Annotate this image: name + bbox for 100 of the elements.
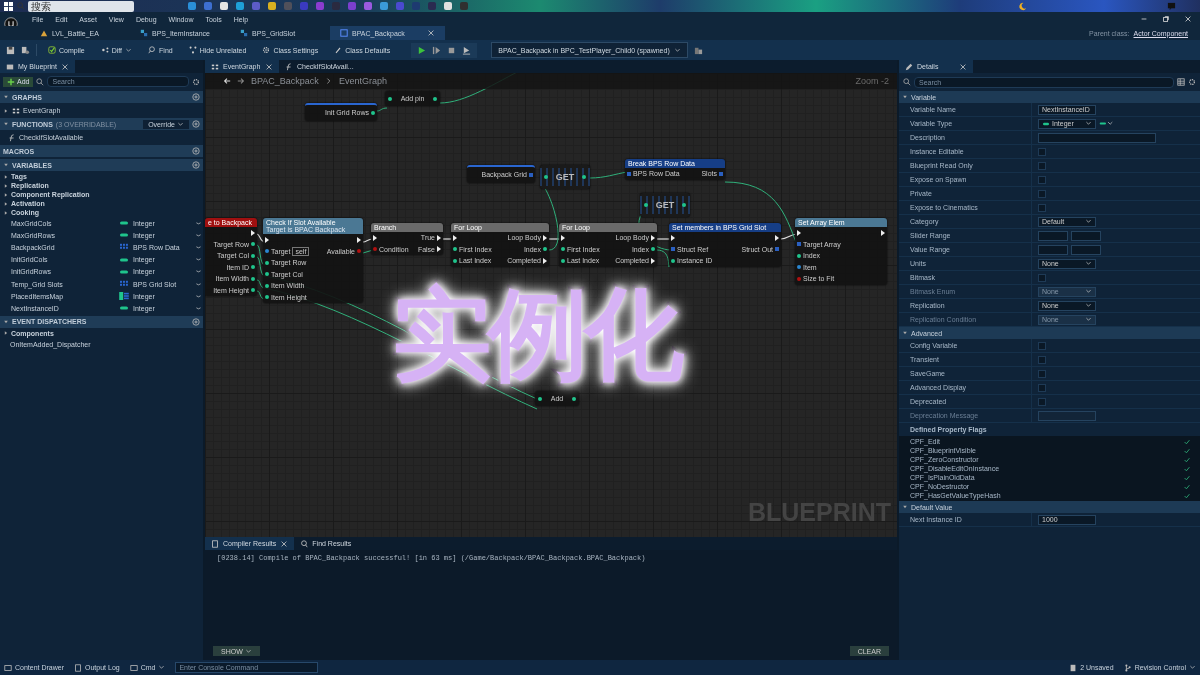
minimize-icon[interactable] [1140,15,1148,23]
data-pin[interactable] [797,265,801,270]
eject-icon[interactable] [462,45,472,55]
exec-pin[interactable] [651,257,655,264]
text-field[interactable] [1038,410,1096,421]
table-icon[interactable] [1177,78,1185,86]
data-pin[interactable] [582,175,586,179]
add-icon[interactable] [192,93,200,101]
stop-icon[interactable] [447,45,457,55]
data-pin[interactable] [543,247,547,252]
data-pin[interactable] [682,203,686,207]
data-pin[interactable] [251,265,255,270]
browse-icon[interactable] [693,45,703,55]
exec-pin[interactable] [437,234,441,241]
close-icon[interactable] [60,62,69,71]
search-field[interactable]: 搜索 [28,0,134,12]
caret-icon [1085,218,1092,225]
step-icon[interactable] [432,45,442,55]
data-pin[interactable] [251,276,255,281]
data-pin[interactable] [433,96,437,101]
back-icon[interactable] [223,77,231,85]
save-icon[interactable] [6,45,15,55]
graph-canvas[interactable] [205,73,897,537]
data-pin[interactable] [561,258,565,263]
close-icon[interactable] [427,29,435,37]
exec-pin[interactable] [775,234,779,241]
exec-pin[interactable] [543,234,547,241]
exec-pin[interactable] [357,236,361,243]
exec-pin[interactable] [561,234,565,241]
restore-icon[interactable] [1162,15,1170,23]
data-pin[interactable] [265,272,269,277]
data-pin[interactable] [453,247,457,252]
exec-pin[interactable] [373,234,377,241]
data-pin[interactable] [251,288,255,293]
checkbox[interactable] [1038,369,1046,378]
windows-icon[interactable] [4,1,13,11]
checkbox[interactable] [1038,355,1046,364]
add-icon[interactable] [192,147,200,155]
data-pin[interactable] [251,253,255,258]
close-icon[interactable] [1184,15,1192,23]
exec-pin[interactable] [453,234,457,241]
exec-pin[interactable] [543,257,547,264]
max-field[interactable] [1071,230,1101,241]
min-field[interactable] [1038,230,1068,241]
exec-wire [442,238,454,240]
expand-arrow-icon [902,504,908,510]
book-icon [6,62,14,71]
checkbox[interactable] [1038,203,1046,212]
data-pin[interactable] [265,249,269,254]
breadcrumb-item[interactable]: BPAC_Backpack [251,76,319,86]
close-icon[interactable] [280,539,289,548]
data-pin[interactable] [453,258,457,263]
breadcrumb-item[interactable]: EventGraph [338,76,387,86]
close-icon[interactable] [959,62,967,71]
play-icon[interactable] [417,45,427,55]
exec-pin[interactable] [797,229,801,236]
min-field[interactable] [1038,244,1068,255]
forward-icon[interactable] [237,77,245,85]
exec-pin[interactable] [651,234,655,241]
settings-icon[interactable] [192,77,200,86]
search-icon [148,46,157,54]
checkbox[interactable] [1038,161,1046,170]
checkbox[interactable] [1038,147,1046,156]
data-pin[interactable] [538,396,542,401]
browse-icon[interactable] [21,45,30,55]
checkbox[interactable] [1038,175,1046,184]
moon-icon [1018,1,1027,11]
data-pin[interactable] [544,175,548,179]
settings-icon[interactable] [1188,78,1196,86]
exec-pin[interactable] [671,234,675,241]
graph-node[interactable]: GET [640,193,690,217]
container-type-icon[interactable] [1099,120,1113,127]
data-pin[interactable] [251,242,255,247]
exec-pin[interactable] [251,229,255,236]
data-pin[interactable] [265,283,269,288]
data-pin[interactable] [388,96,392,101]
data-pin[interactable] [671,258,675,263]
exec-pin[interactable] [437,246,441,253]
close-icon[interactable] [265,62,273,71]
data-pin[interactable] [265,260,269,265]
checkbox[interactable] [1038,341,1046,350]
data-pin[interactable] [265,295,269,300]
add-icon[interactable] [192,120,200,128]
exec-pin[interactable] [881,229,885,236]
checkbox[interactable] [1038,383,1046,392]
checkbox[interactable] [1038,189,1046,198]
checkbox[interactable] [1038,273,1046,282]
exec-pin[interactable] [265,236,269,243]
data-pin[interactable] [797,253,801,258]
checkbox[interactable] [1038,397,1046,406]
data-pin[interactable] [371,110,375,115]
graph-node[interactable]: GET [540,165,590,189]
add-icon[interactable] [192,161,200,169]
data-pin[interactable] [644,203,648,207]
text-field[interactable] [1038,132,1156,143]
data-pin[interactable] [561,247,565,252]
add-icon[interactable] [192,317,200,326]
diff-icon [100,46,109,54]
data-pin[interactable] [651,247,655,252]
max-field[interactable] [1071,244,1101,255]
